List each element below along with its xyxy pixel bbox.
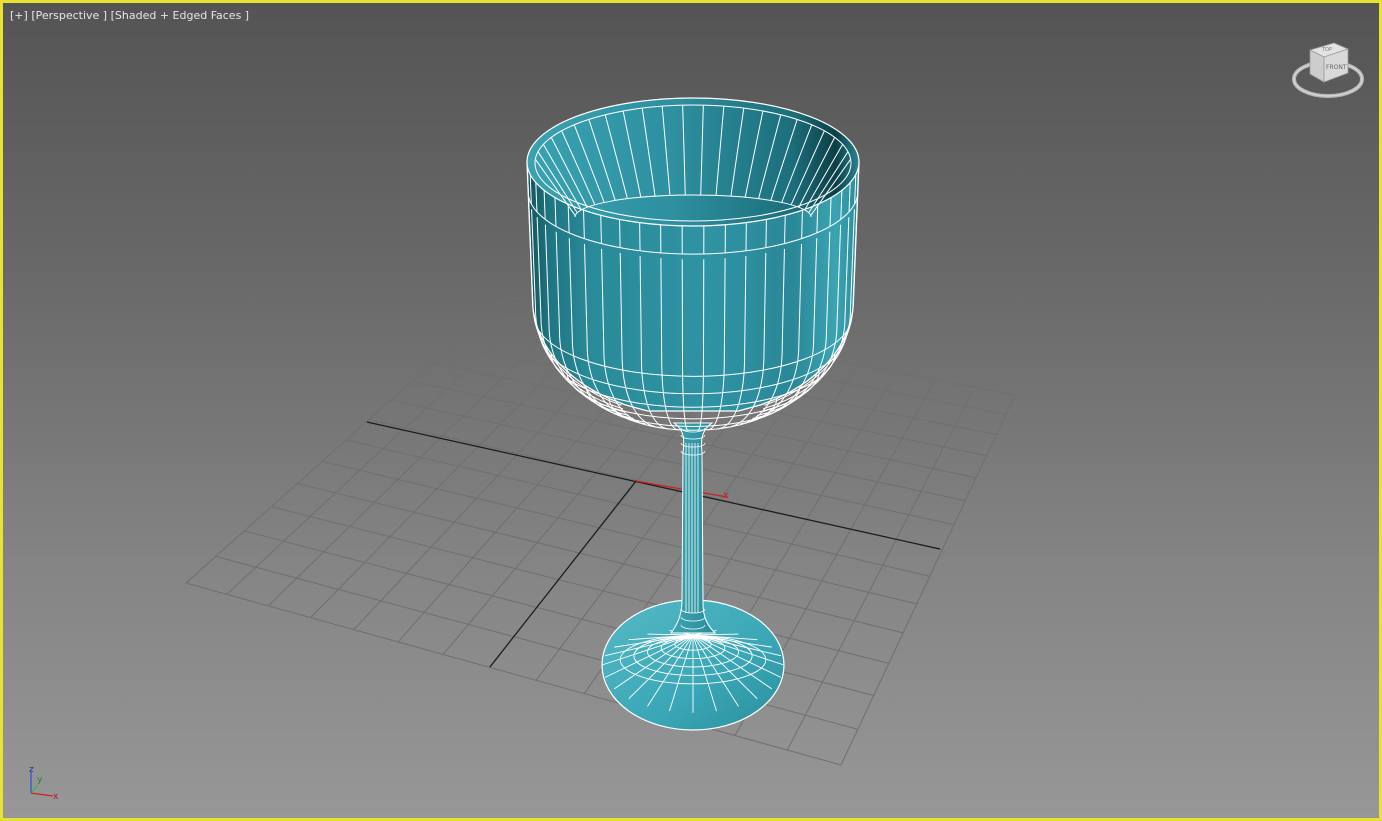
world-x-axis-label: x — [723, 490, 729, 501]
viewcube-top-label: TOP — [1321, 47, 1332, 53]
viewport-shading-menu[interactable]: [Shaded + Edged Faces ] — [111, 9, 249, 22]
glass-bowl[interactable] — [526, 97, 860, 431]
tripod-x-label: x — [53, 792, 59, 802]
perspective-viewport[interactable]: x [+] [Perspective ] [Shaded + Edged Fac… — [0, 0, 1382, 821]
viewcube-icon[interactable]: TOP FRONT — [1288, 36, 1368, 102]
viewport-point-of-view-menu[interactable]: [Perspective ] — [31, 9, 107, 22]
tripod-z-label: z — [29, 765, 34, 775]
viewport-label-menu: [+] [Perspective ] [Shaded + Edged Faces… — [10, 9, 249, 22]
viewport-general-menu[interactable]: [+] — [10, 9, 28, 22]
viewcube-front-label: FRONT — [1326, 64, 1347, 71]
tripod-y-label: y — [37, 775, 43, 785]
world-x-axis — [635, 480, 728, 498]
axis-tripod-icon: z y x — [29, 765, 59, 802]
scene-canvas[interactable]: x — [3, 3, 1382, 821]
